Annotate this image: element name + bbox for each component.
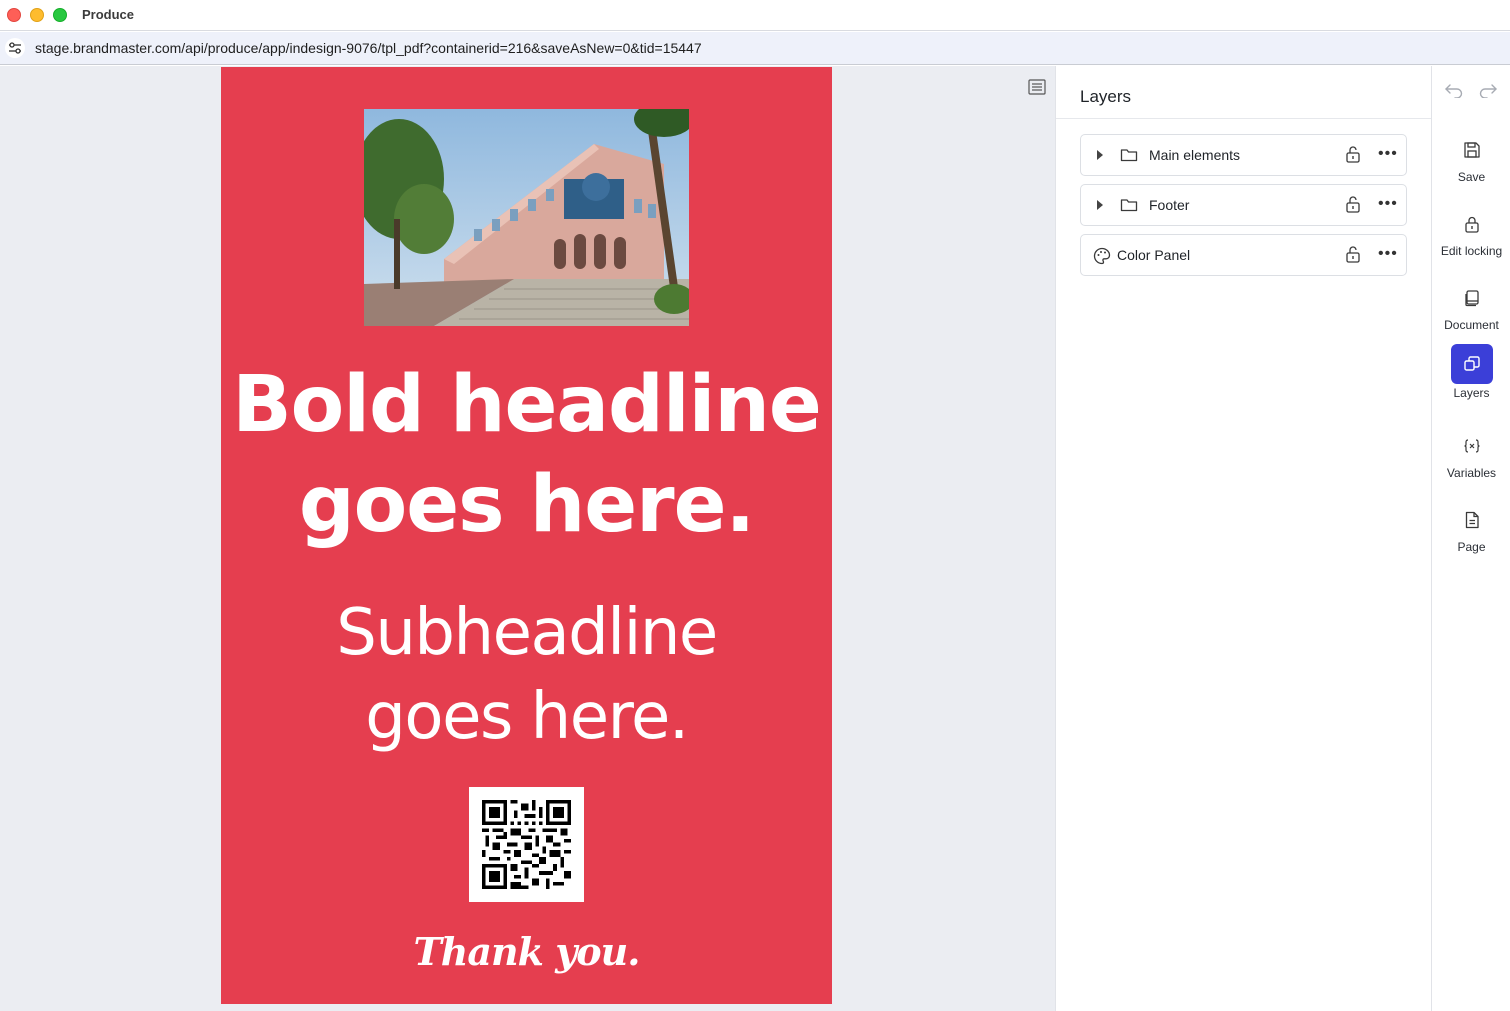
building-photo[interactable] [364, 109, 689, 326]
document-button[interactable]: Document [1432, 278, 1510, 338]
toolbar-label: Edit locking [1440, 244, 1503, 258]
variables-icon [1451, 426, 1493, 466]
unlock-icon[interactable] [1345, 145, 1361, 168]
subheadline-line-1: Subheadline [336, 596, 718, 670]
panel-divider [1056, 118, 1431, 119]
maximize-window-button[interactable] [53, 8, 67, 22]
layers-icon [1451, 344, 1493, 384]
layer-label: Color Panel [1117, 247, 1191, 263]
lock-icon [1451, 204, 1493, 244]
close-window-button[interactable] [7, 8, 21, 22]
site-settings-icon[interactable] [5, 38, 25, 58]
folder-icon [1120, 197, 1138, 218]
page-button[interactable]: Page [1432, 500, 1510, 560]
url-field[interactable]: stage.brandmaster.com/api/produce/app/in… [35, 40, 702, 56]
edit-locking-button[interactable]: Edit locking [1432, 204, 1510, 264]
toolbar-label: Layers [1453, 386, 1490, 400]
toolbar-label: Document [1444, 318, 1499, 332]
save-icon [1451, 130, 1493, 170]
variables-button[interactable]: Variables [1432, 426, 1510, 486]
layer-row-color-panel[interactable]: Color Panel ••• [1080, 234, 1407, 276]
unlock-icon[interactable] [1345, 245, 1361, 268]
window-titlebar: Produce [0, 0, 1510, 31]
headline-line-2: goes here. [298, 460, 755, 550]
toolbar-label: Variables [1446, 466, 1497, 480]
minimize-window-button[interactable] [30, 8, 44, 22]
subheadline-line-2: goes here. [365, 680, 689, 754]
page-icon [1451, 500, 1493, 540]
artboard[interactable]: Bold headline goes here. Subheadline goe… [221, 67, 832, 1004]
layer-row-main-elements[interactable]: Main elements ••• [1080, 134, 1407, 176]
qr-code[interactable] [469, 787, 584, 902]
right-toolbar: Save Edit locking Document Layers Variab… [1431, 66, 1510, 1011]
window-title: Produce [82, 7, 135, 22]
save-button[interactable]: Save [1432, 130, 1510, 190]
expand-caret-icon[interactable] [1097, 200, 1103, 210]
layer-label: Main elements [1149, 147, 1241, 163]
expand-caret-icon[interactable] [1097, 150, 1103, 160]
toolbar-label: Page [1457, 540, 1486, 554]
more-options-icon[interactable]: ••• [1378, 146, 1398, 162]
unlock-icon[interactable] [1345, 195, 1361, 218]
toolbar-label: Save [1457, 170, 1486, 184]
palette-icon [1093, 247, 1111, 270]
address-bar: stage.brandmaster.com/api/produce/app/in… [0, 32, 1510, 65]
subheadline-text[interactable]: Subheadline goes here. [221, 591, 832, 759]
layers-panel: Layers Main elements ••• Footer ••• Colo… [1055, 66, 1431, 1011]
layer-row-footer[interactable]: Footer ••• [1080, 184, 1407, 226]
document-icon [1451, 278, 1493, 318]
thank-you-text[interactable]: Thank you. [221, 929, 832, 974]
headline-line-1: Bold headline [232, 360, 822, 450]
headline-text[interactable]: Bold headline goes here. [221, 355, 832, 555]
layer-label: Footer [1149, 197, 1190, 213]
more-options-icon[interactable]: ••• [1378, 246, 1398, 262]
redo-icon[interactable] [1478, 82, 1498, 99]
canvas-list-icon[interactable] [1028, 78, 1046, 96]
undo-icon[interactable] [1444, 82, 1464, 99]
more-options-icon[interactable]: ••• [1378, 196, 1398, 212]
folder-icon [1120, 147, 1138, 168]
layers-button[interactable]: Layers [1432, 344, 1510, 404]
panel-title: Layers [1080, 87, 1132, 106]
